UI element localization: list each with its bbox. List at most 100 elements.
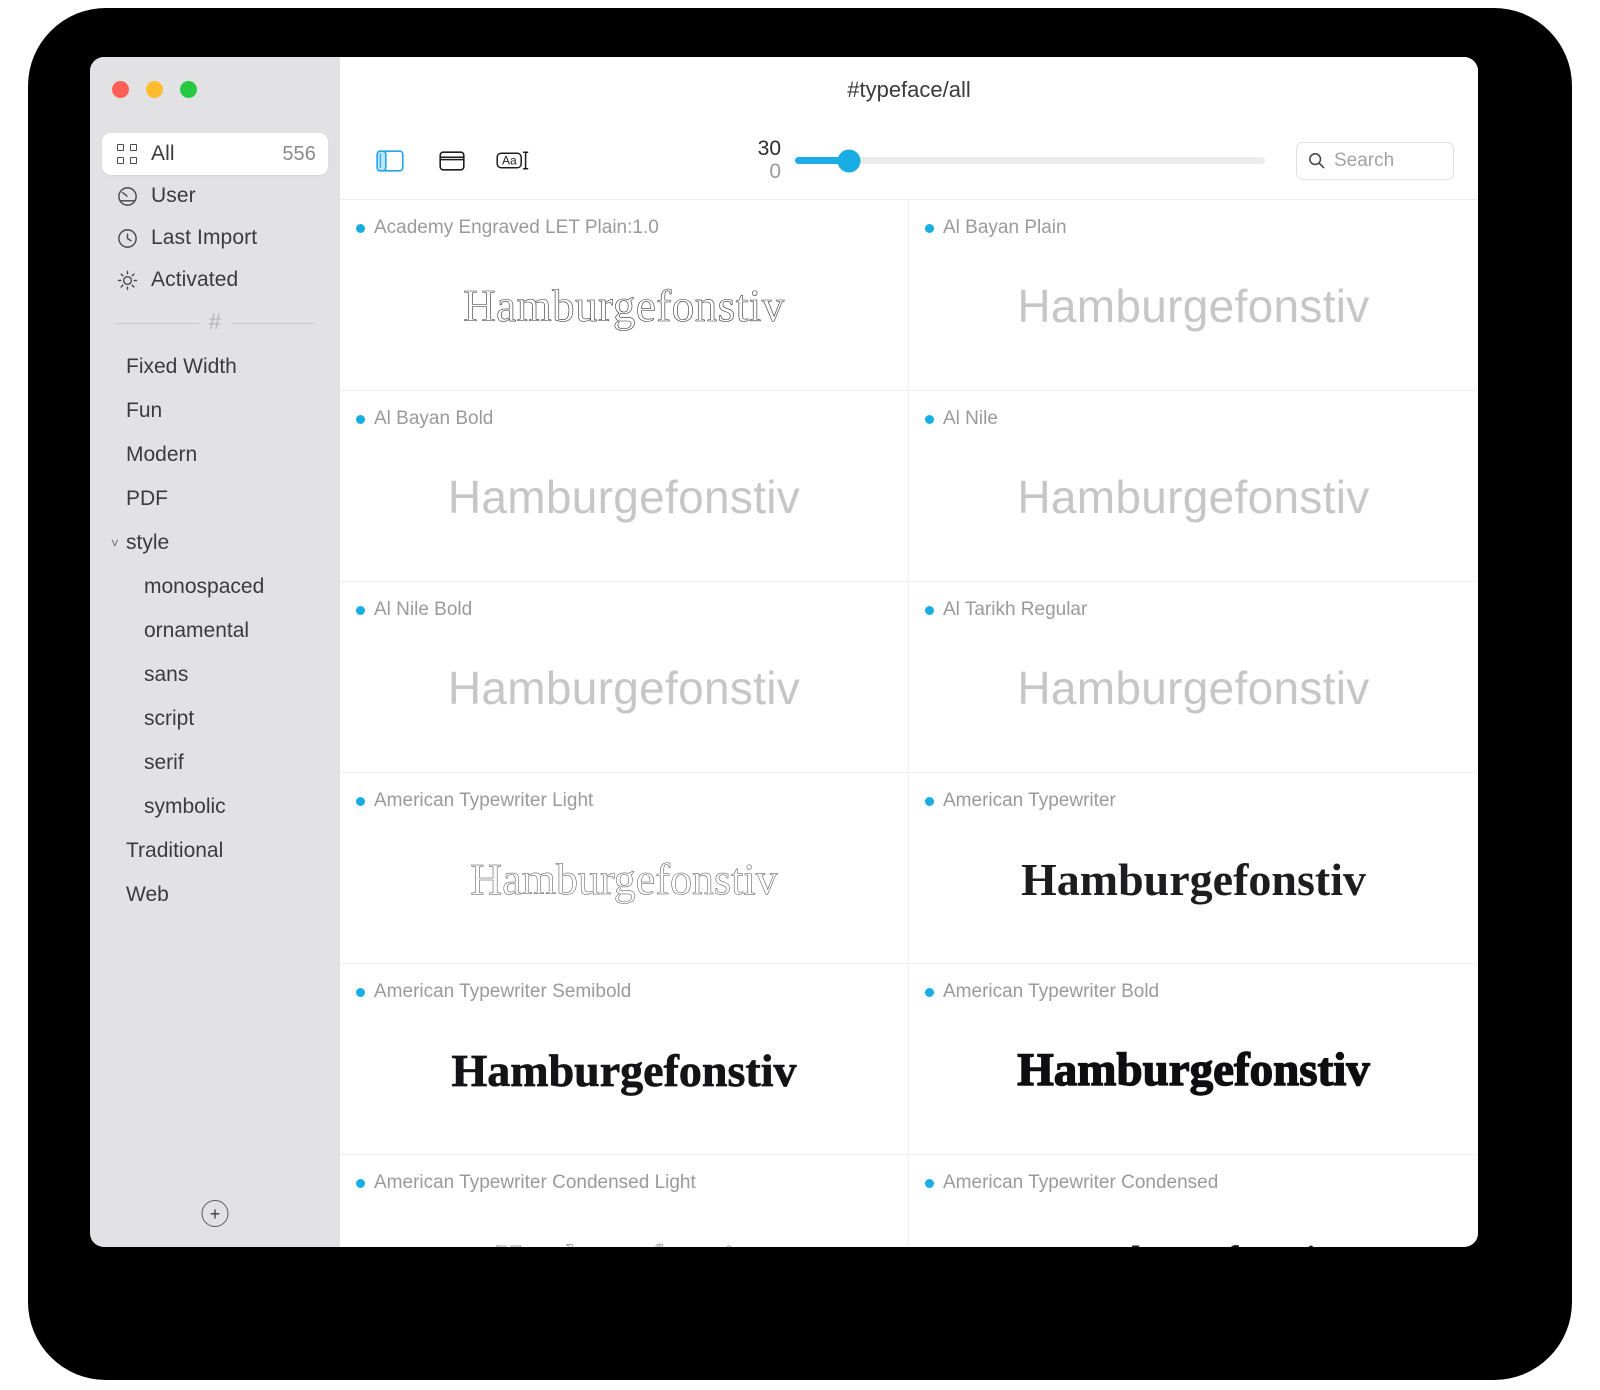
status-dot xyxy=(925,605,934,615)
font-sample: Hamburgefonstiv xyxy=(447,662,801,714)
sidebar-tag-modern[interactable]: Modern xyxy=(102,433,328,477)
font-card[interactable]: American Typewriter Bold Hamburgefonstiv xyxy=(909,964,1478,1155)
font-name: American Typewriter Light xyxy=(374,790,594,811)
tag-label: Web xyxy=(126,883,169,906)
sidebar-tag-style[interactable]: ˅ style xyxy=(102,521,328,565)
preview-size-slider[interactable] xyxy=(795,149,1265,172)
font-sample: Hamburgefonstiv xyxy=(1017,1043,1371,1096)
status-dot xyxy=(356,1178,365,1188)
clock-icon xyxy=(114,225,140,251)
font-card[interactable]: Al Nile Hamburgefonstiv xyxy=(909,391,1478,582)
sidebar-tag-fun[interactable]: Fun xyxy=(102,389,328,433)
hash-icon: # xyxy=(208,308,222,334)
zoom-button[interactable] xyxy=(180,81,197,98)
font-card[interactable]: Al Bayan Plain Hamburgefonstiv xyxy=(909,200,1478,391)
slider-thumb[interactable] xyxy=(837,149,861,172)
add-collection-button[interactable]: + xyxy=(201,1200,229,1227)
sidebar-toggle-icon[interactable] xyxy=(370,144,410,178)
sidebar-tag-web[interactable]: Web xyxy=(102,873,328,917)
font-name: Al Bayan Plain xyxy=(943,217,1067,238)
toolbar: Aa 30 0 xyxy=(340,122,1478,200)
window-controls xyxy=(112,81,197,98)
font-card[interactable]: Al Nile Bold Hamburgefonstiv xyxy=(340,582,909,773)
tag-label: Fixed Width xyxy=(126,355,237,378)
tag-label: sans xyxy=(144,663,189,686)
sidebar-tag-sans[interactable]: sans xyxy=(102,653,328,697)
font-name: American Typewriter Condensed Light xyxy=(374,1172,696,1193)
sidebar-item-all[interactable]: All 556 xyxy=(102,133,328,175)
font-card-header: American Typewriter Light xyxy=(340,790,908,812)
sun-icon xyxy=(114,267,140,293)
main-area: #typeface/all Aa 30 0 Search Academy Eng… xyxy=(340,57,1478,1247)
font-sample: Hamburgefonstiv xyxy=(470,854,778,904)
sidebar-tag-symbolic[interactable]: symbolic xyxy=(102,785,328,829)
sidebar-tag-fixed-width[interactable]: Fixed Width xyxy=(102,345,328,389)
font-card-header: American Typewriter xyxy=(909,790,1478,812)
sidebar-tag-serif[interactable]: serif xyxy=(102,741,328,785)
slider-value-bottom: 0 xyxy=(769,159,781,183)
font-card[interactable]: Al Tarikh Regular Hamburgefonstiv xyxy=(909,582,1478,773)
text-sample-icon[interactable]: Aa xyxy=(494,144,534,178)
sidebar-item-label: User xyxy=(151,184,196,207)
font-card[interactable]: Academy Engraved LET Plain:1.0 Hamburgef… xyxy=(340,200,909,391)
status-dot xyxy=(356,223,365,233)
sidebar-tag-traditional[interactable]: Traditional xyxy=(102,829,328,873)
font-card[interactable]: American Typewriter Semibold Hamburgefon… xyxy=(340,964,909,1155)
tag-label: monospaced xyxy=(144,575,265,598)
font-name: Al Tarikh Regular xyxy=(943,599,1088,620)
tag-label: serif xyxy=(144,751,184,774)
tag-label: ornamental xyxy=(144,619,250,642)
status-dot xyxy=(356,605,365,615)
card-view-icon[interactable] xyxy=(432,144,472,178)
font-name: Al Nile Bold xyxy=(374,599,473,620)
tag-label: PDF xyxy=(126,487,168,510)
status-dot xyxy=(925,223,934,233)
close-button[interactable] xyxy=(112,81,129,98)
search-field[interactable] xyxy=(1296,141,1454,180)
sidebar-tag-pdf[interactable]: PDF xyxy=(102,477,328,521)
font-grid: Academy Engraved LET Plain:1.0 Hamburgef… xyxy=(340,200,1478,1247)
font-sample: Hamburgefonstiv xyxy=(1021,853,1366,905)
font-card[interactable]: American Typewriter Condensed Light Hamb… xyxy=(340,1155,909,1247)
sidebar-tag-monospaced[interactable]: monospaced xyxy=(102,565,328,609)
search-input[interactable] xyxy=(1334,149,1443,172)
font-card-header: American Typewriter Condensed xyxy=(909,1172,1478,1194)
sidebar: All 556 User Last Import Activated # Fix… xyxy=(90,57,340,1247)
page-title: #typeface/all xyxy=(847,76,971,102)
status-dot xyxy=(925,987,934,997)
font-name: American Typewriter Semibold xyxy=(374,981,632,1002)
sidebar-tag-script[interactable]: script xyxy=(102,697,328,741)
font-card-header: Academy Engraved LET Plain:1.0 xyxy=(340,217,908,239)
font-card[interactable]: American Typewriter Condensed Hamburgefo… xyxy=(909,1155,1478,1247)
tag-label: script xyxy=(144,707,195,730)
font-card-header: American Typewriter Condensed Light xyxy=(340,1172,908,1194)
tag-label: style xyxy=(126,531,170,554)
font-sample: Hamburgefonstiv xyxy=(960,1211,1427,1248)
font-card-header: American Typewriter Bold xyxy=(909,981,1478,1003)
chevron-down-icon[interactable]: ˅ xyxy=(111,536,119,551)
minimize-button[interactable] xyxy=(146,81,163,98)
sidebar-item-activated[interactable]: Activated xyxy=(102,259,328,301)
tag-section-divider: # xyxy=(102,301,328,345)
status-dot xyxy=(925,796,934,806)
search-icon xyxy=(1307,151,1327,170)
divider-line-left xyxy=(116,322,199,324)
font-card-header: Al Bayan Plain xyxy=(909,217,1478,239)
status-dot xyxy=(925,414,934,424)
tag-label: Traditional xyxy=(126,839,224,862)
sidebar-item-user[interactable]: User xyxy=(102,175,328,217)
sidebar-item-label: Activated xyxy=(151,268,239,291)
slider-value-top: 30 xyxy=(757,137,781,161)
font-card[interactable]: Al Bayan Bold Hamburgefonstiv xyxy=(340,391,909,582)
sidebar-item-last-import[interactable]: Last Import xyxy=(102,217,328,259)
font-card-header: Al Nile xyxy=(909,408,1478,430)
font-card-header: Al Bayan Bold xyxy=(340,408,908,430)
sidebar-tag-ornamental[interactable]: ornamental xyxy=(102,609,328,653)
svg-text:Aa: Aa xyxy=(502,153,517,167)
status-dot xyxy=(356,414,365,424)
font-card[interactable]: American Typewriter Light Hamburgefonsti… xyxy=(340,773,909,964)
font-card[interactable]: American Typewriter Hamburgefonstiv xyxy=(909,773,1478,964)
tag-label: Modern xyxy=(126,443,198,466)
app-window: All 556 User Last Import Activated # Fix… xyxy=(90,57,1478,1247)
font-name: American Typewriter Condensed xyxy=(943,1172,1219,1193)
